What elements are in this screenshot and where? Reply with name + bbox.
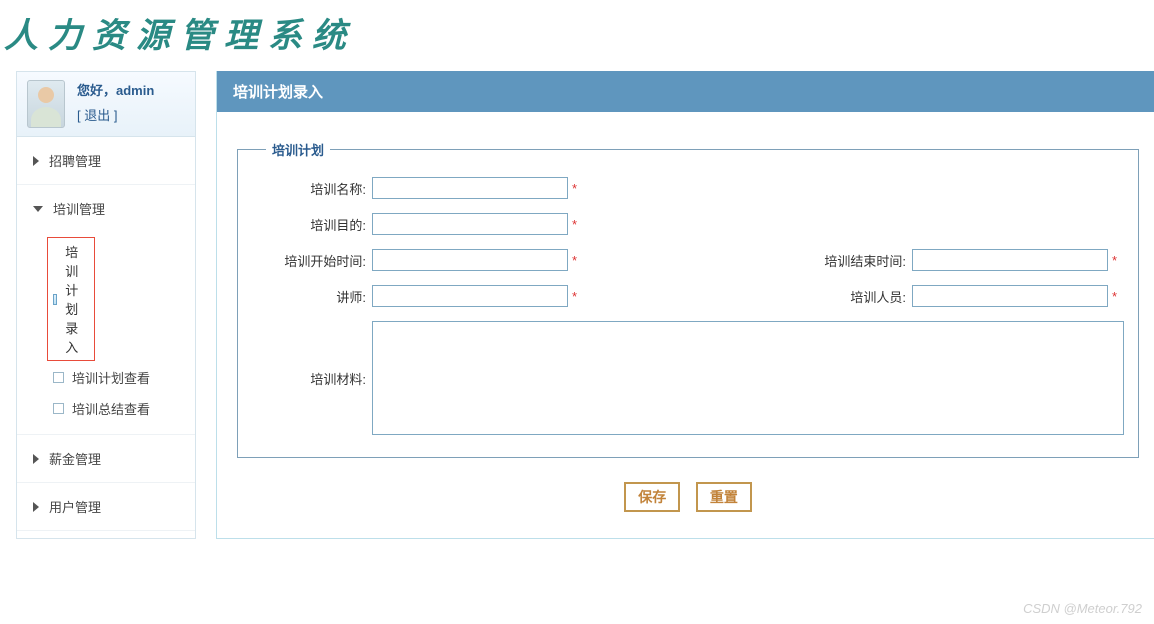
nav-item-label: 培训计划查看 [72,368,150,387]
nav-group-salary: 薪金管理 [17,435,195,483]
required-mark: * [1112,289,1124,304]
label-start-time: 培训开始时间: [252,251,372,270]
nav-label: 培训管理 [53,199,105,218]
sidebar: 您好，admin [ 退出 ] 招聘管理 培训管理 培训计划录入 [16,71,196,539]
nav-label: 薪金管理 [49,449,101,468]
label-trainees: 培训人员: [792,287,912,306]
nav-label: 用户管理 [49,497,101,516]
fieldset-training-plan: 培训计划 培训名称: * 培训目的: * 培训开始时间: * [237,140,1139,458]
trainees-input[interactable] [912,285,1108,307]
training-purpose-input[interactable] [372,213,568,235]
nav-sub-training: 培训计划录入 培训计划查看 培训总结查看 [17,232,195,434]
lecturer-input[interactable] [372,285,568,307]
user-box: 您好，admin [ 退出 ] [17,72,195,137]
required-mark: * [572,217,592,232]
nav-group-recruit: 招聘管理 [17,137,195,185]
nav-item-training-summary-view[interactable]: 培训总结查看 [17,393,195,424]
panel-title: 培训计划录入 [217,71,1154,112]
training-name-input[interactable] [372,177,568,199]
avatar [27,80,65,128]
fieldset-legend: 培训计划 [266,140,330,159]
required-mark: * [1112,253,1124,268]
material-textarea[interactable] [372,321,1124,435]
nav-label: 招聘管理 [49,151,101,170]
required-mark: * [572,181,592,196]
label-training-purpose: 培训目的: [252,215,372,234]
chevron-down-icon [33,206,43,212]
label-material: 培训材料: [252,369,372,388]
doc-icon [53,372,64,383]
nav-head-training[interactable]: 培训管理 [17,185,195,232]
nav-group-training: 培训管理 培训计划录入 培训计划查看 培训总结查看 [17,185,195,435]
reset-button[interactable]: 重置 [696,482,752,512]
nav-item-label: 培训总结查看 [72,399,150,418]
chevron-right-icon [33,156,39,166]
nav-item-training-plan-view[interactable]: 培训计划查看 [17,362,195,393]
nav-head-salary[interactable]: 薪金管理 [17,435,195,482]
nav-head-user[interactable]: 用户管理 [17,483,195,530]
nav-item-training-plan-entry[interactable]: 培训计划录入 [47,237,95,361]
label-end-time: 培训结束时间: [792,251,912,270]
required-mark: * [572,289,592,304]
nav-group-user: 用户管理 [17,483,195,531]
required-mark: * [572,253,592,268]
logout-link[interactable]: [ 退出 ] [77,105,154,124]
label-training-name: 培训名称: [252,179,372,198]
nav-item-label: 培训计划录入 [65,242,85,356]
chevron-right-icon [33,502,39,512]
nav-head-recruit[interactable]: 招聘管理 [17,137,195,184]
save-button[interactable]: 保存 [624,482,680,512]
app-title: 人力资源管理系统 [0,0,1154,71]
user-greeting: 您好，admin [77,80,154,99]
start-time-input[interactable] [372,249,568,271]
watermark: CSDN @Meteor.792 [1023,601,1142,616]
end-time-input[interactable] [912,249,1108,271]
doc-icon [53,403,64,414]
label-lecturer: 讲师: [252,287,372,306]
chevron-right-icon [33,454,39,464]
doc-icon [53,294,57,305]
main-panel: 培训计划录入 培训计划 培训名称: * 培训目的: * 培训开始时间: [216,71,1154,539]
